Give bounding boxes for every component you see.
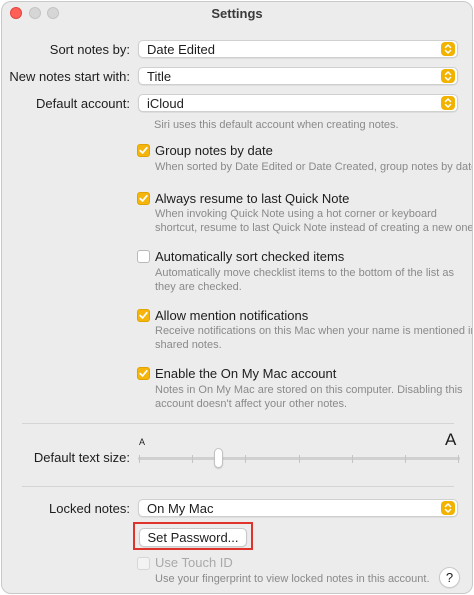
sort-checked-items-note-line: Automatically move checklist items to th… [155,267,454,279]
on-my-mac-note-line: account doesn't affect your other notes. [155,398,348,410]
popup-arrows-icon [441,501,455,515]
default-account-label: Default account: [36,96,130,111]
slider-tick [298,455,300,463]
on-my-mac-checkbox[interactable] [137,367,150,380]
touch-id-label: Use Touch ID [155,555,233,570]
popup-arrows-icon [441,96,455,110]
locked-notes-label: Locked notes: [49,501,130,516]
popup-arrows-icon [441,69,455,83]
new-notes-value: Title [147,69,172,84]
sort-notes-value: Date Edited [147,42,215,57]
large-text-glyph: A [445,430,457,449]
text-size-slider-thumb[interactable] [213,448,223,468]
default-account-popup[interactable]: iCloud [138,94,458,112]
default-account-value: iCloud [147,96,184,111]
settings-window: Settings Sort notes by: Date Edited New … [1,1,473,594]
window-title: Settings [211,6,263,21]
mention-notifications-checkbox[interactable] [137,309,150,322]
group-by-date-note: When sorted by Date Edited or Date Creat… [155,161,473,173]
on-my-mac-note-line: Notes in On My Mac are stored on this co… [155,384,463,396]
sort-checked-items-note-line: they are checked. [155,281,242,293]
slider-tick [404,455,406,463]
slider-tick [351,455,353,463]
small-text-glyph: A [139,437,146,447]
section-divider [22,486,454,487]
slider-tick [192,455,194,463]
resume-quick-note-checkbox[interactable] [137,192,150,205]
group-by-date-checkbox[interactable] [137,144,150,157]
slider-tick [245,455,247,463]
section-divider [22,423,454,424]
sort-notes-popup[interactable]: Date Edited [138,40,458,58]
sort-checked-items-label[interactable]: Automatically sort checked items [155,249,344,264]
on-my-mac-label[interactable]: Enable the On My Mac account [155,366,336,381]
resume-quick-note-label[interactable]: Always resume to last Quick Note [155,191,349,206]
resume-quick-note-note-line: shortcut, resume to last Quick Note inst… [155,222,473,234]
mention-notifications-label[interactable]: Allow mention notifications [155,308,308,323]
popup-arrows-icon [441,42,455,56]
touch-id-note: Use your fingerprint to view locked note… [155,573,430,585]
mention-notifications-note-line: shared notes. [155,339,222,351]
title-bar: Settings [2,2,472,26]
slider-tick [139,455,140,463]
resume-quick-note-note-line: When invoking Quick Note using a hot cor… [155,208,437,220]
locked-notes-value: On My Mac [147,501,214,516]
default-account-note: Siri uses this default account when crea… [154,119,399,131]
group-by-date-label[interactable]: Group notes by date [155,143,273,158]
sort-checked-items-checkbox[interactable] [137,250,150,263]
new-notes-label: New notes start with: [9,69,130,84]
touch-id-checkbox [137,557,150,570]
new-notes-popup[interactable]: Title [138,67,458,85]
sort-notes-label: Sort notes by: [49,42,130,57]
set-password-button[interactable]: Set Password... [139,528,247,547]
help-button[interactable]: ? [439,567,460,588]
locked-notes-popup[interactable]: On My Mac [138,499,458,517]
slider-tick [458,455,459,463]
text-size-label: Default text size: [33,450,130,465]
mention-notifications-note-line: Receive notifications on this Mac when y… [155,325,473,337]
